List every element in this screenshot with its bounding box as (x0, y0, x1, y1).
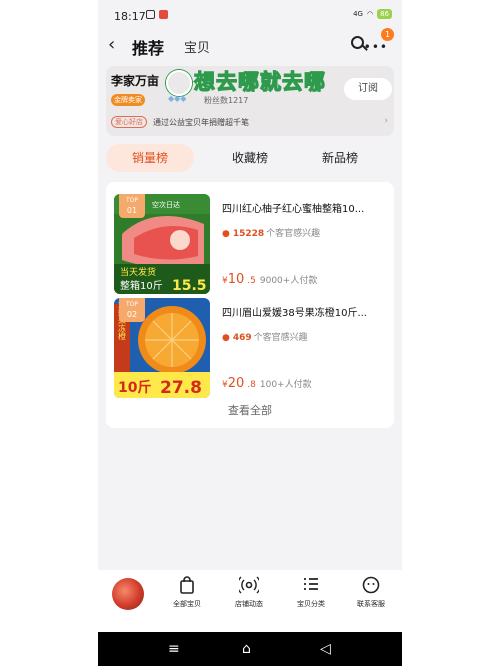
rank-badge: TOP 02 (119, 298, 145, 322)
image-price-text: 27.8 (160, 378, 202, 398)
chat-icon (346, 576, 396, 596)
overlay-text: 想去哪就去哪 (193, 69, 326, 94)
list-item[interactable]: 空次日达 当天发货 整箱10斤 15.5 TOP 01 四川红心柚子红心蜜柚整箱1… (114, 194, 386, 294)
product-image-pomelo[interactable]: 空次日达 当天发货 整箱10斤 15.5 TOP 01 (114, 194, 210, 294)
back-button[interactable]: ‹ (108, 34, 115, 55)
tab-favorites[interactable]: 收藏榜 (206, 144, 294, 172)
battery-icon: 86 (377, 9, 392, 19)
search-icon[interactable] (351, 36, 364, 49)
status-left-icons (146, 10, 168, 19)
rank-number: 02 (126, 310, 138, 319)
notification-badge: 1 (381, 28, 394, 41)
product-image-orange[interactable]: 爱媛果冻橙 10斤 27.8 TOP02 (114, 298, 210, 398)
rank-badge: TOP 01 (119, 194, 145, 218)
price-row: ¥10.5 9000+人付款 (222, 272, 317, 287)
bottom-nav-label: 店铺动态 (235, 600, 263, 608)
bottom-nav-shop-feed[interactable]: 店铺动态 (224, 576, 274, 609)
fans-count: 粉丝数1217 (204, 96, 249, 105)
bottom-nav-label: 联系客服 (357, 600, 385, 608)
signal-label: 4G (353, 10, 363, 18)
rank-tabs: 销量榜 收藏榜 新品榜 (106, 140, 394, 176)
interest-row: ● 469 个客官感兴趣 (222, 330, 308, 343)
overlay-caption: 想去哪就去哪 (166, 66, 326, 96)
bag-icon (162, 576, 212, 596)
home-icon[interactable]: ⌂ (242, 641, 251, 657)
price-int: 20 (227, 376, 245, 391)
android-nav-bar: ≡ ⌂ ◁ (98, 632, 402, 666)
image-line1-text: 当天发货 (120, 266, 156, 278)
view-all-link[interactable]: 查看全部 (106, 402, 394, 418)
price-int: 10 (227, 272, 245, 287)
tab-baobei[interactable]: 宝贝 (184, 37, 210, 56)
interest-row: ● 15228 个客官感兴趣 (222, 226, 320, 239)
chevron-right-icon[interactable]: › (384, 116, 388, 126)
wifi-icon: ◠ (366, 10, 374, 18)
shop-avatar[interactable] (112, 578, 144, 610)
sales-count: 9000+人付款 (259, 276, 318, 286)
status-bar: 18:17 4G ◠ 86 (98, 0, 402, 30)
more-icon[interactable]: ••• (364, 40, 388, 54)
interest-count: 15228 (232, 229, 265, 239)
gold-seller-badge: 金牌卖家 (111, 94, 145, 106)
interest-label: 个客官感兴趣 (266, 229, 321, 239)
rank-number: 01 (126, 206, 138, 215)
overlay-logo-icon (166, 70, 192, 96)
status-time: 18:17 (114, 10, 146, 23)
notification-icon (146, 10, 155, 19)
flame-icon: ● (222, 333, 230, 343)
interest-label: 个客官感兴趣 (253, 333, 308, 343)
bottom-nav-customer-service[interactable]: 联系客服 (346, 576, 396, 609)
image-price-text: 15.5 (172, 278, 207, 294)
image-weight-text: 10斤 (118, 379, 151, 396)
image-line2-text: 整箱10斤 (120, 279, 163, 292)
price-dec: .5 (247, 276, 256, 286)
subscribe-button[interactable]: 订阅 (344, 78, 392, 100)
tab-new[interactable]: 新品榜 (296, 144, 384, 172)
product-name[interactable]: 四川眉山爱媛38号果冻橙10斤... (222, 304, 388, 319)
shop-card: 李家万亩 想去哪就去哪 金牌卖家 ◆◆◆ 粉丝数1217 订阅 爱心好店 通过公… (106, 66, 394, 136)
currency-symbol: ¥ (222, 276, 228, 286)
diamond-rating-icon: ◆◆◆ (168, 94, 187, 103)
bottom-nav-label: 宝贝分类 (297, 600, 325, 608)
bottom-nav-all-items[interactable]: 全部宝贝 (162, 576, 212, 609)
rank-list-card: 空次日达 当天发货 整箱10斤 15.5 TOP 01 四川红心柚子红心蜜柚整箱1… (106, 182, 394, 428)
love-shop-tag: 爱心好店 (111, 116, 147, 128)
charity-row[interactable]: 爱心好店 通过公益宝贝年捐赠超千笔 (111, 116, 249, 128)
top-navbar: ‹ 推荐 宝贝 ••• 1 (98, 28, 402, 62)
tab-sales[interactable]: 销量榜 (106, 144, 194, 172)
shop-name[interactable]: 李家万亩 (111, 72, 159, 89)
product-name[interactable]: 四川红心柚子红心蜜柚整箱10... (222, 200, 388, 215)
price-row: ¥20.8 100+人付款 (222, 376, 312, 391)
status-right: 4G ◠ 86 (353, 9, 392, 19)
menu-icon[interactable]: ≡ (168, 641, 180, 657)
list-item[interactable]: 爱媛果冻橙 10斤 27.8 TOP02 四川眉山爱媛38号果冻橙10斤... … (114, 298, 386, 398)
broadcast-icon (224, 576, 274, 596)
list-icon (286, 576, 336, 596)
rank-top-label: TOP (125, 197, 138, 204)
bottom-nav-label: 全部宝贝 (173, 600, 201, 608)
app-notification-icon (159, 10, 168, 19)
phone-screen: 18:17 4G ◠ 86 ‹ 推荐 宝贝 ••• 1 李家万亩 想去哪就去哪 … (98, 0, 402, 666)
flame-icon: ● (222, 229, 230, 239)
page-title[interactable]: 推荐 (132, 35, 164, 59)
sales-count: 100+人付款 (259, 380, 312, 390)
interest-count: 469 (232, 333, 252, 343)
rank-top-label: TOP (125, 301, 138, 308)
price-dec: .8 (247, 380, 256, 390)
bottom-nav: 全部宝贝 店铺动态 宝贝分类 联系客服 (98, 570, 402, 632)
charity-text: 通过公益宝贝年捐赠超千笔 (153, 117, 249, 127)
bottom-nav-categories[interactable]: 宝贝分类 (286, 576, 336, 609)
currency-symbol: ¥ (222, 380, 228, 390)
back-triangle-icon[interactable]: ◁ (320, 641, 331, 657)
image-banner-text: 空次日达 (152, 200, 180, 209)
